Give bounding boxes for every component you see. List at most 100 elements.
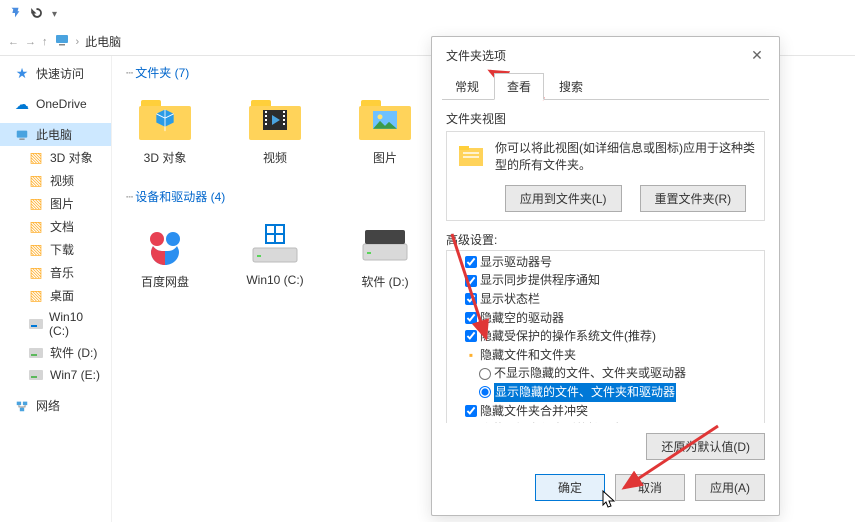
folder-icon: ▧ <box>28 242 44 258</box>
folder-pictures[interactable]: 图片 <box>350 93 420 166</box>
breadcrumb-location[interactable]: 此电脑 <box>85 33 121 50</box>
tree-label: 不显示隐藏的文件、文件夹或驱动器 <box>494 364 686 383</box>
sidebar-item-label: OneDrive <box>36 97 87 111</box>
item-label: 3D 对象 <box>144 149 187 166</box>
nav-up-icon[interactable]: ↑ <box>42 36 48 48</box>
opt-drive-letters[interactable] <box>465 256 477 268</box>
folder-icon: ▧ <box>28 196 44 212</box>
tree-label: 显示同步提供程序通知 <box>480 271 600 290</box>
tree-label: 显示驱动器号 <box>480 253 552 272</box>
opt-hide-protected[interactable] <box>465 330 477 342</box>
sidebar-item-music[interactable]: ▧ 音乐 <box>0 261 111 284</box>
folder-icon: ▧ <box>28 265 44 281</box>
folder-video[interactable]: 视频 <box>240 93 310 166</box>
sidebar-item-pictures[interactable]: ▧ 图片 <box>0 192 111 215</box>
drive-c[interactable]: Win10 (C:) <box>240 217 310 290</box>
drive-icon <box>28 345 44 361</box>
sidebar-item-label: 软件 (D:) <box>50 344 97 361</box>
opt-show-hidden[interactable] <box>479 386 491 398</box>
view-group-label: 文件夹视图 <box>446 110 765 127</box>
dialog-tabs: 常规 查看 搜索 <box>432 69 779 100</box>
restore-defaults-button[interactable]: 还原为默认值(D) <box>646 433 765 460</box>
undo-icon[interactable] <box>30 6 44 23</box>
sidebar-item-label: 图片 <box>50 195 74 212</box>
tree-label: 隐藏文件和文件夹 <box>480 346 576 365</box>
opt-dont-show-hidden[interactable] <box>479 368 491 380</box>
item-label: 百度网盘 <box>141 273 189 290</box>
folder-icon: ▧ <box>28 219 44 235</box>
cancel-button[interactable]: 取消 <box>615 474 685 501</box>
folder-icon: ▧ <box>28 288 44 304</box>
apply-button[interactable]: 应用(A) <box>695 474 765 501</box>
pin-icon[interactable] <box>8 6 22 23</box>
tree-label: 显示状态栏 <box>480 290 540 309</box>
item-label: 视频 <box>263 149 287 166</box>
sidebar-item-label: 网络 <box>36 397 60 414</box>
dialog-title: 文件夹选项 <box>446 47 506 64</box>
folder-icon: ▪ <box>465 346 477 365</box>
folder-icon: ▧ <box>28 173 44 189</box>
star-icon: ★ <box>14 66 30 82</box>
nav-fwd-icon[interactable]: → <box>25 36 36 48</box>
sidebar-item-d[interactable]: 软件 (D:) <box>0 341 111 364</box>
item-label: Win10 (C:) <box>246 273 303 287</box>
sidebar-item-downloads[interactable]: ▧ 下载 <box>0 238 111 261</box>
folder-view-icon <box>455 140 487 175</box>
sidebar-item-label: 下载 <box>50 241 74 258</box>
sidebar-item-label: 视频 <box>50 172 74 189</box>
sidebar-item-3d[interactable]: ▧ 3D 对象 <box>0 146 111 169</box>
drive-icon <box>28 316 43 332</box>
sidebar-item-video[interactable]: ▧ 视频 <box>0 169 111 192</box>
tree-label: 隐藏受保护的操作系统文件(推荐) <box>480 327 656 346</box>
window-toolbar: ▾ <box>0 0 855 28</box>
item-label: 软件 (D:) <box>361 273 408 290</box>
cloud-icon: ☁ <box>14 96 30 112</box>
pc-icon <box>54 32 70 51</box>
reset-folders-button[interactable]: 重置文件夹(R) <box>640 185 747 212</box>
network-icon <box>14 398 30 414</box>
sidebar-item-network[interactable]: 网络 <box>0 394 111 417</box>
drive-baidu[interactable]: 百度网盘 <box>130 217 200 290</box>
sidebar-item-c[interactable]: Win10 (C:) <box>0 307 111 341</box>
tree-label: 隐藏空的驱动器 <box>480 309 564 328</box>
sidebar-item-desktop[interactable]: ▧ 桌面 <box>0 284 111 307</box>
apply-to-folders-button[interactable]: 应用到文件夹(L) <box>505 185 622 212</box>
opt-hide-merge[interactable] <box>465 405 477 417</box>
nav-back-icon[interactable]: ← <box>8 36 19 48</box>
opt-status-bar[interactable] <box>465 293 477 305</box>
sidebar-item-thispc[interactable]: 此电脑 <box>0 123 111 146</box>
opt-hide-empty[interactable] <box>465 312 477 324</box>
folder-view-group: 你可以将此视图(如详细信息或图标)应用于这种类型的所有文件夹。 应用到文件夹(L… <box>446 131 765 221</box>
sidebar-item-label: 文档 <box>50 218 74 235</box>
opt-sync-provider[interactable] <box>465 275 477 287</box>
sidebar-item-e[interactable]: Win7 (E:) <box>0 364 111 386</box>
advanced-label: 高级设置: <box>446 231 765 248</box>
tree-label: 隐藏文件夹合并冲突 <box>480 402 588 421</box>
item-label: 图片 <box>373 149 397 166</box>
sidebar-item-label: Win10 (C:) <box>49 310 103 338</box>
sidebar-item-label: 快速访问 <box>36 65 84 82</box>
sidebar-item-docs[interactable]: ▧ 文档 <box>0 215 111 238</box>
navigation-sidebar: ★ 快速访问 ☁ OneDrive 此电脑 ▧ 3D 对象 ▧ 视频 ▧ 图片 ▧ 文档 ▧… <box>0 56 112 522</box>
drive-icon <box>28 367 44 383</box>
breadcrumb-sep-icon: › <box>76 36 80 48</box>
sidebar-item-label: 此电脑 <box>36 126 72 143</box>
drive-d[interactable]: 软件 (D:) <box>350 217 420 290</box>
sidebar-item-label: Win7 (E:) <box>50 368 100 382</box>
folder-icon: ▧ <box>28 150 44 166</box>
close-icon[interactable]: ✕ <box>745 43 769 67</box>
overflow-icon[interactable]: ▾ <box>52 9 57 20</box>
tab-search[interactable]: 搜索 <box>546 73 596 100</box>
sidebar-item-quick[interactable]: ★ 快速访问 <box>0 62 111 85</box>
tab-general[interactable]: 常规 <box>442 73 492 100</box>
sidebar-item-label: 桌面 <box>50 287 74 304</box>
ok-button[interactable]: 确定 <box>535 474 605 501</box>
sidebar-item-label: 音乐 <box>50 264 74 281</box>
sidebar-item-label: 3D 对象 <box>50 149 93 166</box>
folder-3d[interactable]: 3D 对象 <box>130 93 200 166</box>
folder-view-desc: 你可以将此视图(如详细信息或图标)应用于这种类型的所有文件夹。 <box>495 140 756 175</box>
folder-options-dialog: 文件夹选项 ✕ 常规 查看 搜索 文件夹视图 你可以将此视图(如详细信息或图标)… <box>431 36 780 516</box>
sidebar-item-onedrive[interactable]: ☁ OneDrive <box>0 93 111 115</box>
tab-view[interactable]: 查看 <box>494 73 544 100</box>
advanced-settings-tree[interactable]: 显示驱动器号 显示同步提供程序通知 显示状态栏 隐藏空的驱动器 隐藏受保护的操作… <box>446 250 765 423</box>
